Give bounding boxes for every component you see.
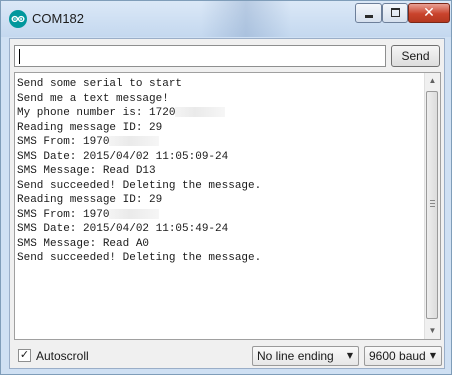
arduino-icon <box>9 10 27 28</box>
serial-monitor-window: COM182 ✕ Send Send some serial to start S… <box>0 0 452 375</box>
title-bar[interactable]: COM182 ✕ <box>1 1 451 37</box>
serial-output-line-text: SMS Message: Read D13 <box>17 165 156 177</box>
serial-output-line-text: My phone number is: 1720 <box>17 107 176 119</box>
serial-output-line: SMS From: 1970 <box>17 135 417 150</box>
redacted-digits <box>109 136 160 147</box>
serial-input[interactable] <box>14 45 386 67</box>
serial-output-line-text: Send some serial to start <box>17 78 183 90</box>
minimize-icon <box>365 15 373 18</box>
serial-output-line: SMS From: 1970 <box>17 208 417 223</box>
send-button[interactable]: Send <box>391 45 440 67</box>
serial-output-line: SMS Message: Read A0 <box>17 237 417 252</box>
serial-output-line-text: Reading message ID: 29 <box>17 194 163 206</box>
serial-output-line: My phone number is: 1720 <box>17 106 417 121</box>
text-caret <box>19 49 20 64</box>
autoscroll-label[interactable]: Autoscroll <box>36 349 89 363</box>
serial-output-line: Reading message ID: 29 <box>17 121 417 136</box>
check-icon: ✓ <box>19 348 30 361</box>
serial-output-line-text: SMS From: 1970 <box>17 136 110 148</box>
redacted-digits <box>175 107 226 118</box>
close-icon: ✕ <box>423 5 435 21</box>
serial-output-line: Send succeeded! Deleting the message. <box>17 251 417 266</box>
serial-output-text: Send some serial to start Send me a text … <box>17 77 417 266</box>
serial-output-line: Reading message ID: 29 <box>17 193 417 208</box>
baud-rate-value: 9600 baud <box>369 349 426 363</box>
scrollbar-thumb[interactable] <box>426 91 438 319</box>
close-button[interactable]: ✕ <box>408 3 450 23</box>
maximize-icon <box>391 8 400 17</box>
serial-output-line: SMS Message: Read D13 <box>17 164 417 179</box>
status-bar: ✓ Autoscroll No line ending ▼ 9600 baud … <box>14 345 442 367</box>
serial-output-line-text: SMS Date: 2015/04/02 11:05:49-24 <box>17 223 229 235</box>
minimize-button[interactable] <box>355 3 382 23</box>
serial-output-line-text: Send succeeded! Deleting the message. <box>17 179 262 192</box>
serial-output-line: Send succeeded! Deleting the message. <box>17 179 417 194</box>
serial-output-line-text: SMS Date: 2015/04/02 11:05:09-24 <box>17 150 229 163</box>
serial-output-line-text: Send me a text message! <box>17 92 169 105</box>
title-bar-glow <box>201 1 291 37</box>
maximize-button[interactable] <box>382 3 408 23</box>
serial-output-line-text: SMS From: 1970 <box>17 208 110 221</box>
redacted-digits <box>109 208 160 219</box>
chevron-down-icon: ▼ <box>346 351 353 360</box>
vertical-scrollbar[interactable]: ▲ ▼ <box>424 73 440 339</box>
serial-output-area[interactable]: Send some serial to start Send me a text … <box>14 72 441 340</box>
serial-output-line: SMS Date: 2015/04/02 11:05:49-24 <box>17 222 417 237</box>
line-ending-value: No line ending <box>257 349 334 363</box>
autoscroll-checkbox[interactable]: ✓ <box>18 348 31 362</box>
line-ending-select[interactable]: No line ending ▼ <box>252 346 359 366</box>
scroll-down-icon[interactable]: ▼ <box>425 323 440 339</box>
serial-output-line-text: Send succeeded! Deleting the message. <box>17 252 262 264</box>
grip-icon <box>430 200 435 207</box>
window-title: COM182 <box>32 11 85 26</box>
serial-output-line: Send some serial to start <box>17 77 417 92</box>
baud-rate-select[interactable]: 9600 baud ▼ <box>364 346 442 366</box>
serial-output-line-text: Reading message ID: 29 <box>17 121 163 134</box>
serial-output-line-text: SMS Message: Read A0 <box>17 237 150 250</box>
serial-monitor-body: Send Send some serial to start Send me a … <box>9 38 445 369</box>
chevron-down-icon: ▼ <box>429 351 436 360</box>
scroll-up-icon[interactable]: ▲ <box>425 73 440 89</box>
serial-output-line: Send me a text message! <box>17 92 417 107</box>
serial-output-line: SMS Date: 2015/04/02 11:05:09-24 <box>17 150 417 165</box>
